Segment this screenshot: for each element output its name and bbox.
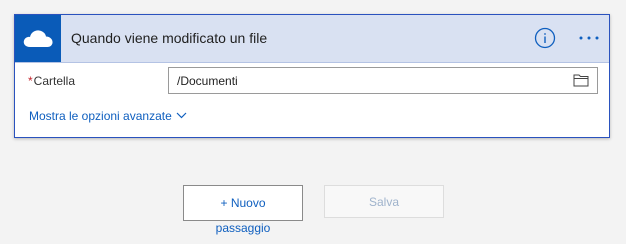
required-marker: * <box>28 74 33 88</box>
folder-label-text: Cartella <box>33 74 76 88</box>
onedrive-cloud-icon <box>15 15 61 62</box>
advanced-link-text: Mostra le opzioni avanzate <box>29 109 172 123</box>
trigger-card: Quando viene modificato un file *Cartell… <box>14 14 610 138</box>
save-button[interactable]: Salva <box>324 185 444 218</box>
chevron-down-icon <box>176 112 187 119</box>
info-icon[interactable] <box>534 27 556 49</box>
folder-icon[interactable] <box>573 73 589 87</box>
show-advanced-options-link[interactable]: Mostra le opzioni avanzate <box>29 109 187 123</box>
ellipsis-icon[interactable] <box>576 29 604 47</box>
save-label: Salva <box>368 195 400 209</box>
folder-field-label: *Cartella <box>28 74 75 88</box>
new-step-label-continued[interactable]: passaggio <box>183 221 303 235</box>
folder-input[interactable]: /Documenti <box>168 67 598 94</box>
new-step-button[interactable]: + Nuovo <box>183 185 303 221</box>
new-step-label: + Nuovo <box>220 196 266 210</box>
card-title: Quando viene modificato un file <box>71 30 268 46</box>
folder-input-value: /Documenti <box>177 74 238 88</box>
card-header[interactable]: Quando viene modificato un file <box>15 15 609 63</box>
